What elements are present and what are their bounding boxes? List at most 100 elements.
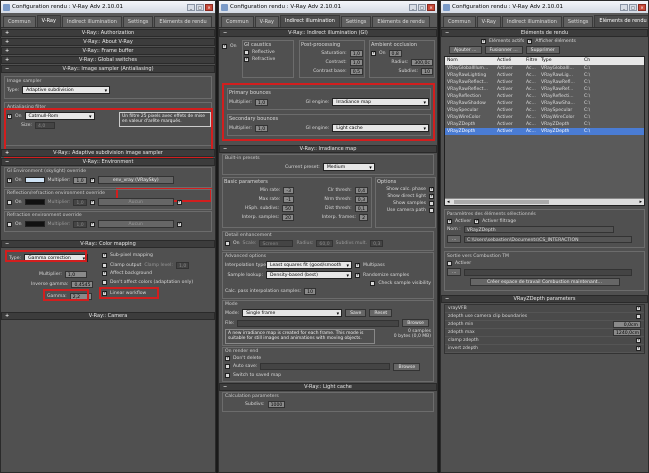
ao-on-checkbox[interactable] — [371, 50, 376, 56]
switch-saved-map-checkbox[interactable] — [225, 372, 230, 378]
tab-render-elements[interactable]: Eléments de rendu — [372, 16, 430, 27]
de-on-checkbox[interactable] — [225, 241, 230, 246]
aa-on-checkbox[interactable] — [7, 113, 12, 119]
combustion-path-input[interactable] — [464, 268, 632, 276]
file-input[interactable] — [237, 319, 400, 327]
interp-frames-spinner[interactable]: 2 — [359, 214, 368, 221]
rollout-authorization[interactable]: + V-Ray:: Authorization — [1, 29, 215, 37]
inverse-gamma-spinner[interactable]: 0,4545 — [71, 281, 94, 288]
dont-delete-checkbox[interactable] — [225, 355, 230, 361]
ao-subdivs-spinner[interactable]: 10 — [421, 68, 433, 75]
horizontal-scrollbar[interactable]: ◂ ▸ — [445, 198, 644, 205]
close-button[interactable]: ✕ — [638, 3, 646, 11]
list-item[interactable]: VRayGlobalIllum... Activer Ac... VRayGlobal… — [445, 65, 644, 72]
de-scale-dropdown[interactable]: Screen — [259, 240, 294, 247]
refl-map-checkbox[interactable] — [89, 199, 95, 205]
show-direct-light-checkbox[interactable] — [429, 193, 434, 199]
size-spinner[interactable]: 4,0 — [34, 122, 55, 129]
rollout-camera[interactable]: + V-Ray:: Camera — [1, 312, 215, 320]
clr-thresh-spinner[interactable]: 0,4 — [354, 187, 368, 194]
combustion-browse-button[interactable]: ... — [447, 268, 461, 276]
rollout-about[interactable]: + V-Ray:: About V-Ray — [1, 38, 215, 46]
gi-on-checkbox[interactable] — [222, 43, 227, 49]
gamma-spinner[interactable]: 2,2 — [69, 293, 92, 300]
sample-lookup-dropdown[interactable]: Density-based (best) — [266, 271, 352, 280]
param-checkbox[interactable] — [636, 345, 641, 351]
rollout-environment[interactable]: − V-Ray:: Environment — [1, 158, 215, 166]
de-radius-spinner[interactable]: 60,0 — [316, 240, 333, 247]
refractive-checkbox[interactable] — [244, 56, 249, 62]
rollout-irradiance-map[interactable]: − V-Ray:: Irradiance map — [219, 145, 437, 153]
list-item[interactable]: VRaySpecular Activer Ac... VRaySpecular C:\ — [445, 107, 644, 114]
list-item[interactable]: VRayRawReflect... Activer Ac... VRayRawRef.… — [445, 86, 644, 93]
add-button[interactable]: Ajouter ... — [449, 46, 482, 54]
scroll-left-icon[interactable]: ◂ — [447, 199, 450, 205]
mode-dropdown[interactable]: Single frame — [242, 309, 343, 318]
refr-map-checkbox[interactable] — [89, 221, 95, 227]
tab-indirect-illumination[interactable]: Indirect illumination — [61, 16, 122, 27]
refl-map-button[interactable]: Aucun — [97, 198, 174, 206]
enable-checkbox[interactable] — [447, 218, 452, 224]
browse-button[interactable]: Browse — [402, 319, 429, 327]
rollout-color-mapping[interactable]: − V-Ray:: Color mapping — [1, 240, 215, 248]
enable-filter-checkbox[interactable] — [474, 218, 479, 224]
refl-color-swatch[interactable] — [24, 199, 45, 205]
gi-env-color-swatch[interactable] — [24, 177, 45, 183]
aa-filter-dropdown[interactable]: Catmull-Rom — [24, 112, 95, 121]
refl-lock-checkbox[interactable] — [176, 199, 182, 205]
tab-settings[interactable]: Settings — [122, 16, 154, 27]
create-workspace-button[interactable]: Créer espace de travail Combustion maint… — [469, 278, 620, 286]
tab-vray[interactable]: V-Ray — [36, 15, 61, 27]
nrm-thresh-spinner[interactable]: 0,3 — [354, 196, 368, 203]
max-rate-spinner[interactable]: -1 — [283, 196, 294, 203]
calc-pass-spinner[interactable]: 10 — [304, 288, 317, 295]
close-button[interactable]: ✕ — [205, 3, 213, 11]
refr-multiplier[interactable]: 1,0 — [73, 220, 87, 228]
tab-settings[interactable]: Settings — [340, 16, 372, 27]
scrollbar-thumb[interactable] — [454, 200, 549, 204]
hsph-subdivs-spinner[interactable]: 50 — [282, 205, 294, 212]
tab-vray[interactable]: V-Ray — [476, 16, 501, 27]
min-rate-spinner[interactable]: -3 — [283, 187, 294, 194]
refr-map-button[interactable]: Aucun — [97, 220, 174, 228]
elements-active-checkbox[interactable] — [481, 38, 486, 44]
dist-thresh-spinner[interactable]: 0,1 — [354, 205, 368, 212]
rollout-image-sampler[interactable]: − V-Ray:: Image sampler (Antialiasing) — [1, 65, 215, 73]
preset-dropdown[interactable]: Medium — [322, 163, 375, 172]
list-item[interactable]: VRayWireColor Activer Ac... VRayWireColor C:… — [445, 114, 644, 121]
check-visibility-checkbox[interactable] — [370, 281, 376, 286]
list-item[interactable]: VRayRawReflect... Activer Ac... VRayRawRefl… — [445, 79, 644, 86]
element-path-input[interactable]: C:\Users\sebastien\Documents\CS_INTERACT… — [464, 235, 632, 243]
cm-multiplier-spinner[interactable]: 1,0 — [64, 271, 87, 278]
primary-multiplier[interactable]: 1,0 — [254, 98, 269, 106]
rollout-render-elements[interactable]: − Eléments de rendu — [441, 29, 648, 37]
dont-affect-colors-checkbox[interactable] — [102, 280, 107, 285]
list-item[interactable]: VRayZDepth Activer Ac... VRayZDepth C:\ — [445, 121, 644, 128]
primary-engine-dropdown[interactable]: Irradiance map — [332, 98, 429, 107]
list-item[interactable]: VRayReflection Activer Ac... VRayReflecti..… — [445, 93, 644, 100]
clamp-level-spinner[interactable]: 1,0 — [175, 262, 190, 269]
maximize-button[interactable]: □ — [196, 3, 204, 11]
use-camera-path-checkbox[interactable] — [429, 208, 434, 213]
gi-env-map-checkbox[interactable] — [89, 177, 95, 183]
auto-save-path[interactable] — [260, 363, 391, 371]
tab-render-elements[interactable]: Eléments de rendu — [594, 15, 648, 27]
show-elements-checkbox[interactable] — [527, 38, 533, 44]
maximize-button[interactable]: □ — [418, 3, 426, 11]
refr-color-swatch[interactable] — [24, 221, 45, 227]
secondary-engine-dropdown[interactable]: Light cache — [332, 124, 429, 133]
multipass-checkbox[interactable] — [355, 262, 360, 268]
column-filter[interactable]: Filtre — [526, 57, 541, 65]
minimize-button[interactable]: _ — [187, 3, 195, 11]
param-checkbox[interactable] — [636, 337, 641, 343]
param-checkbox[interactable] — [636, 305, 641, 311]
list-item[interactable]: VRayRawLighting Activer Ac... VRayRawLig...… — [445, 72, 644, 79]
rollout-indirect-illumination[interactable]: − V-Ray:: Indirect illumination (GI) — [219, 29, 437, 37]
render-elements-list[interactable]: Nom Activé Filtre Type Ch VRayGlobalIllu… — [444, 56, 645, 206]
gi-env-on-checkbox[interactable] — [7, 177, 12, 183]
interp-samples-spinner[interactable]: 20 — [282, 214, 294, 221]
rollout-light-cache[interactable]: − V-Ray:: Light cache — [219, 382, 437, 391]
show-calc-phase-checkbox[interactable] — [429, 186, 434, 192]
tab-indirect-illumination[interactable]: Indirect illumination — [279, 15, 340, 27]
linear-workflow-checkbox[interactable] — [102, 290, 107, 296]
